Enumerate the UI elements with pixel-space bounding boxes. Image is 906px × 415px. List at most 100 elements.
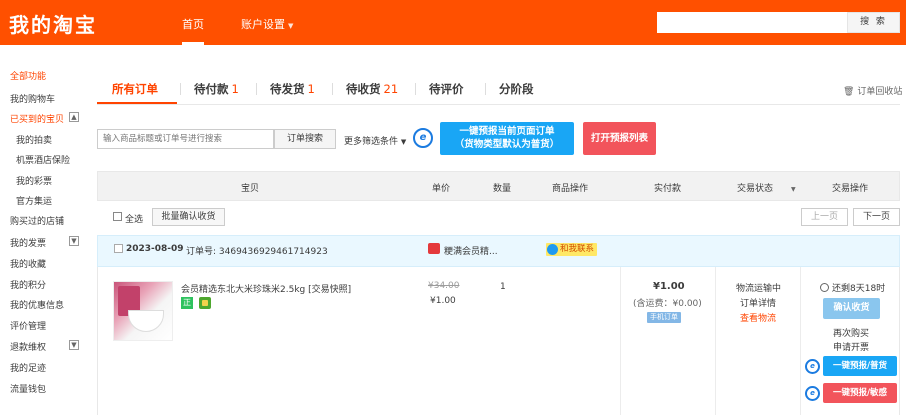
sidebar-item-lottery[interactable]: 我的彩票: [16, 174, 52, 187]
open-forecast-list-button[interactable]: 打开预报列表: [583, 122, 656, 155]
expand-icon[interactable]: ▼: [69, 340, 79, 350]
tabs-divider: [97, 104, 900, 105]
original-price: ¥34.00: [428, 281, 460, 291]
clock-icon: [820, 283, 829, 292]
column-divider: [800, 267, 801, 415]
sidebar-item-reviews[interactable]: 评价管理: [10, 319, 46, 332]
forecast-sensitive-button[interactable]: 一键预报/敏感: [823, 383, 897, 403]
sidebar-item-shops[interactable]: 购买过的店铺: [10, 214, 64, 227]
tab-divider: [256, 83, 257, 95]
sidebar-item-travel[interactable]: 机票酒店保险: [16, 153, 70, 166]
sidebar-item-favorites[interactable]: 我的收藏: [10, 257, 46, 270]
order-search-input[interactable]: [97, 129, 274, 149]
sidebar-item-cart[interactable]: 我的购物车: [10, 92, 55, 105]
sidebar-item-footprints[interactable]: 我的足迹: [10, 361, 46, 374]
batch-forecast-line2: （货物类型默认为普货）: [454, 139, 560, 150]
shop-name-link[interactable]: 粳满会员精...: [444, 244, 498, 257]
request-invoice-link[interactable]: 申请开票: [833, 340, 869, 353]
col-item: 宝贝: [241, 184, 260, 194]
expand-icon[interactable]: ▼: [69, 236, 79, 246]
prev-page-button[interactable]: 上一页: [801, 208, 848, 226]
order-details-link[interactable]: 订单详情: [740, 296, 776, 309]
shop-icon: [428, 243, 440, 254]
tab-label: 待收货: [346, 82, 381, 96]
view-logistics-link[interactable]: 查看物流: [740, 311, 776, 324]
order-checkbox[interactable]: [114, 244, 123, 253]
taobao-logo[interactable]: 我的淘宝: [9, 9, 97, 38]
chevron-down-icon: ▼: [791, 186, 796, 193]
product-image[interactable]: [113, 281, 173, 341]
sidebar-item-purchased[interactable]: 已买到的宝贝: [10, 112, 64, 125]
top-header: 我的淘宝 首页 账户设置 ▼ 搜 索: [0, 0, 906, 45]
col-quantity: 数量: [493, 184, 512, 194]
tab-pending-shipment[interactable]: 待发货 1: [270, 81, 315, 97]
countdown-text: 还剩8天18时: [832, 284, 886, 294]
genuine-badge-icon: 正: [181, 297, 193, 309]
nav-account-label: 账户设置: [241, 18, 285, 31]
col-ops: 交易操作: [832, 184, 869, 194]
contact-seller-button[interactable]: 和我联系: [546, 243, 598, 256]
column-divider: [620, 267, 621, 415]
sidebar-item-invoices[interactable]: 我的发票: [10, 236, 46, 249]
tab-pending-payment[interactable]: 待付款 1: [194, 81, 239, 97]
tab-count: 21: [383, 82, 399, 96]
sidebar-item-points[interactable]: 我的积分: [10, 278, 46, 291]
order-date: 2023-08-09: [126, 244, 184, 254]
countdown: 还剩8天18时: [820, 281, 885, 294]
trash-icon: 🗑: [843, 87, 855, 97]
sidebar-item-consolidation[interactable]: 官方集运: [16, 194, 52, 207]
batch-forecast-line1: 一键预报当前页面订单: [459, 126, 555, 137]
nav-home-link[interactable]: 首页: [182, 16, 204, 45]
tab-divider: [332, 83, 333, 95]
select-all-checkbox[interactable]: [113, 212, 122, 221]
more-filters-toggle[interactable]: 更多筛选条件 ▼: [344, 134, 406, 147]
tab-divider: [180, 83, 181, 95]
forwarder-logo-icon: e: [805, 386, 820, 401]
forecast-general-button[interactable]: 一键预报/普货: [823, 356, 897, 376]
order-number: 订单号: 3469436929461714923: [186, 247, 328, 257]
batch-confirm-button[interactable]: 批量确认收货: [152, 208, 225, 226]
tab-label: 分阶段: [499, 82, 534, 96]
col-status[interactable]: 交易状态 ▼: [737, 181, 796, 194]
next-page-button[interactable]: 下一页: [853, 208, 900, 226]
sidebar-item-auction[interactable]: 我的拍卖: [16, 133, 52, 146]
tab-installments[interactable]: 分阶段: [499, 81, 534, 97]
header-search-input[interactable]: [657, 12, 847, 33]
sidebar-item-coupons[interactable]: 我的优惠信息: [10, 298, 64, 311]
tab-pending-receipt[interactable]: 待收货 21: [346, 81, 398, 97]
unit-price: ¥1.00: [430, 296, 456, 306]
confirm-receipt-button[interactable]: 确认收货: [823, 298, 880, 319]
sidebar-all-functions[interactable]: 全部功能: [10, 69, 46, 82]
tab-pending-review[interactable]: 待评价: [429, 81, 464, 97]
order-status: 物流运输中: [736, 284, 782, 294]
order-search-button[interactable]: 订单搜索: [274, 129, 336, 149]
tab-divider: [415, 83, 416, 95]
tab-count: 1: [307, 82, 315, 96]
batch-forecast-button[interactable]: 一键预报当前页面订单 （货物类型默认为普货）: [440, 122, 574, 155]
paid-amount: ¥1.00: [653, 281, 685, 292]
column-divider: [715, 267, 716, 415]
col-paid: 实付款: [654, 184, 682, 194]
header-search-button[interactable]: 搜 索: [847, 12, 900, 33]
guarantee-badge-icon: [199, 297, 211, 309]
tab-label: 所有订单: [112, 82, 158, 96]
collapse-icon[interactable]: ▲: [69, 112, 79, 122]
select-all-label: 全选: [125, 215, 144, 225]
rice-bowl-graphic: [128, 310, 164, 332]
tab-label: 待付款: [194, 82, 229, 96]
recycle-bin-link[interactable]: 🗑 订单回收站: [843, 84, 902, 97]
nav-account-settings[interactable]: 账户设置 ▼: [241, 16, 293, 32]
sidebar-item-data-wallet[interactable]: 流量钱包: [10, 382, 46, 395]
quantity-value: 1: [500, 282, 506, 292]
chevron-down-icon: ▼: [400, 138, 407, 146]
tab-label: 待评价: [429, 82, 464, 96]
product-title-link[interactable]: 会员精选东北大米珍珠米2.5kg [交易快照]: [181, 282, 351, 295]
sidebar-item-refunds[interactable]: 退款维权: [10, 340, 46, 353]
tab-all-orders[interactable]: 所有订单: [112, 81, 158, 97]
forwarder-logo-icon: e: [805, 359, 820, 374]
forwarder-logo-icon: e: [413, 128, 433, 148]
tab-label: 待发货: [270, 82, 305, 96]
shipping-fee: (含运费：¥0.00): [633, 299, 702, 309]
buy-again-link[interactable]: 再次购买: [833, 326, 869, 339]
tab-count: 1: [231, 82, 239, 96]
